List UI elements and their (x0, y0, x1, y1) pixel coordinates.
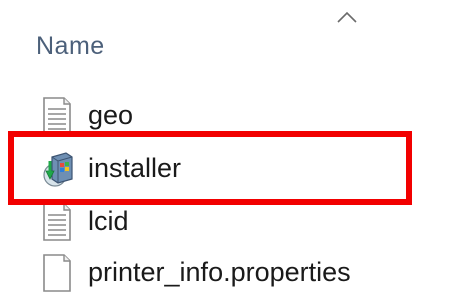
file-name-lcid: lcid (88, 206, 129, 236)
file-name-installer: installer (88, 153, 182, 183)
file-name-printer-info: printer_info.properties (88, 257, 351, 287)
file-row-geo[interactable]: geo (30, 90, 472, 140)
name-column-label: Name (36, 32, 105, 60)
text-document-icon (43, 97, 71, 135)
name-column-header[interactable]: Name (20, 26, 460, 66)
file-row-lcid[interactable]: lcid (30, 196, 472, 246)
file-row-installer[interactable]: installer (30, 143, 472, 193)
file-name-geo: geo (88, 100, 134, 130)
chevron-up-icon[interactable] (336, 10, 358, 24)
text-document-icon (43, 203, 71, 241)
file-explorer-list: Name geo installer lcid printer_info.pro… (0, 0, 472, 293)
file-row-printer-info[interactable]: printer_info.properties (30, 247, 472, 293)
installer-package-icon (43, 152, 73, 187)
blank-document-icon (43, 254, 71, 292)
